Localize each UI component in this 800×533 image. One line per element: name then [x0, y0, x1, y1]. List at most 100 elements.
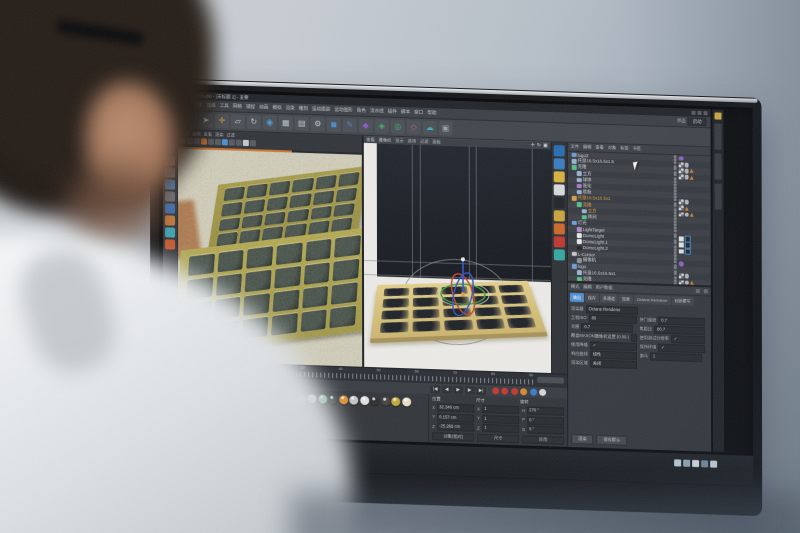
menu-item[interactable]: 帮助 — [427, 110, 436, 116]
material-swatch[interactable] — [192, 390, 201, 399]
setting-value[interactable]: 80 — [589, 314, 637, 324]
size-y-field[interactable]: 1 — [482, 414, 519, 423]
menu-item[interactable]: 运动跟踪 — [312, 106, 330, 113]
rotate-icon[interactable]: ↻ — [247, 115, 261, 129]
enable-axis-icon[interactable] — [165, 215, 175, 225]
goto-start-button[interactable]: |◀ — [430, 385, 440, 393]
record-rotation-button[interactable] — [511, 388, 518, 395]
timeline-range-slider[interactable] — [537, 377, 564, 384]
object-manager-menu-item[interactable]: 对象 — [608, 145, 616, 151]
menu-item[interactable]: 插件 — [388, 109, 397, 115]
edit-menu[interactable]: 编辑 — [583, 284, 591, 290]
instance-object-icon[interactable] — [554, 223, 565, 234]
setting-value[interactable]: ✓ — [590, 341, 637, 351]
layout-dropdown[interactable]: 启动 — [688, 118, 707, 127]
material-swatch[interactable] — [213, 391, 222, 400]
material-swatch[interactable] — [349, 396, 358, 405]
material-swatch[interactable] — [255, 392, 264, 401]
prev-frame-button[interactable]: ◀ — [442, 385, 452, 393]
field-icon[interactable]: ◎ — [391, 120, 405, 134]
menu-item[interactable]: 文件 — [167, 101, 176, 107]
window-buttons[interactable] — [692, 111, 708, 116]
object-tags[interactable] — [679, 183, 709, 184]
settings-tab[interactable]: 效果 — [619, 294, 633, 303]
next-frame-button[interactable]: ▶ — [465, 386, 475, 394]
settings-button[interactable]: 渲染 — [571, 434, 593, 445]
tray-icon[interactable] — [692, 460, 699, 467]
subdivision-icon[interactable]: ◆ — [359, 119, 373, 133]
spline-object-icon[interactable] — [554, 210, 565, 221]
rotation-h-field[interactable]: 276 ° — [527, 406, 564, 415]
maximize-view-icon[interactable]: ▣ — [543, 142, 548, 148]
tray-icon[interactable] — [683, 460, 690, 467]
object-tags[interactable] — [679, 220, 709, 221]
menu-item[interactable]: 运动图形 — [334, 107, 352, 114]
menu-item[interactable]: 选择 — [206, 103, 215, 109]
material-ball-icon[interactable] — [554, 249, 565, 260]
object-tags[interactable] — [679, 227, 709, 228]
material-swatch[interactable] — [402, 397, 411, 406]
tray-icon[interactable] — [674, 459, 681, 466]
redo-icon[interactable]: ↷ — [183, 113, 197, 127]
light-object-icon[interactable] — [554, 171, 565, 182]
setting-value[interactable]: 1 — [650, 352, 702, 362]
viewport-menu-item[interactable]: 过滤 — [420, 138, 428, 144]
menu-item[interactable]: 工具 — [220, 103, 229, 109]
material-swatch[interactable] — [307, 394, 316, 403]
material-swatch[interactable] — [265, 393, 274, 402]
workplane-mode-icon[interactable] — [165, 167, 175, 177]
object-manager-menu-item[interactable]: 编辑 — [583, 144, 591, 150]
texture-mode-icon[interactable] — [165, 155, 175, 165]
render-settings-icon[interactable]: ⚙ — [311, 117, 325, 131]
material-menu-item[interactable]: 创建 — [183, 378, 192, 384]
cube-primitive-icon[interactable]: ◼ — [327, 118, 341, 132]
material-swatch[interactable] — [370, 396, 379, 405]
autokey-button[interactable] — [539, 389, 546, 396]
setting-value[interactable]: 0.7 — [658, 317, 705, 327]
settings-tab[interactable]: 材质覆写 — [672, 296, 694, 306]
deformer-icon[interactable]: ◇ — [407, 120, 421, 134]
settings-tab[interactable]: 输出 — [570, 293, 584, 302]
tray-icon[interactable] — [710, 461, 717, 468]
object-tags[interactable] — [679, 270, 709, 271]
object-tags[interactable] — [679, 156, 709, 161]
size-z-field[interactable]: 1 — [482, 424, 519, 433]
object-tags[interactable] — [679, 189, 709, 190]
object-tags[interactable] — [679, 175, 709, 180]
object-tags[interactable] — [679, 169, 709, 174]
spline-pen-icon[interactable]: ✎ — [343, 118, 357, 132]
position-x-field[interactable]: 32.346 cm — [437, 403, 474, 412]
record-pla-button[interactable] — [530, 389, 537, 396]
material-swatch[interactable] — [276, 393, 285, 402]
material-swatch[interactable] — [234, 392, 243, 401]
menu-item[interactable]: 网格 — [233, 103, 242, 109]
physical-sky-icon[interactable] — [554, 158, 565, 169]
rotate-view-icon[interactable]: ↻ — [537, 142, 541, 148]
object-tags[interactable] — [679, 261, 709, 266]
stage-object-icon[interactable] — [554, 197, 565, 208]
menu-item[interactable]: 创建 — [193, 102, 202, 108]
object-manager-menu-item[interactable]: 书签 — [633, 146, 641, 152]
render-image[interactable]: 256/500 spp 00:02:14 Octane RT · GPU 渲染中 — [178, 149, 362, 367]
material-swatch[interactable] — [223, 391, 232, 400]
setting-value[interactable]: 80.7 — [654, 326, 705, 336]
setting-value[interactable] — [630, 334, 636, 342]
record-position-button[interactable] — [501, 388, 508, 395]
record-icon[interactable] — [554, 236, 565, 247]
menu-item[interactable]: 窗口 — [414, 110, 423, 116]
environment-icon[interactable]: ☁ — [423, 121, 437, 135]
menu-item[interactable]: 脚本 — [401, 109, 410, 115]
settings-button[interactable]: 保存默认 — [597, 435, 628, 446]
coordinates-button[interactable]: 尺寸 — [477, 434, 519, 443]
edges-mode-icon[interactable] — [165, 191, 175, 201]
object-tags[interactable] — [679, 248, 709, 255]
settings-tab[interactable]: Octane Renderer — [634, 295, 671, 305]
menu-item[interactable]: 编辑 — [180, 102, 189, 108]
sky-object-icon[interactable] — [554, 145, 565, 156]
setting-value[interactable]: ✓ — [658, 344, 705, 354]
menu-item[interactable]: 模拟 — [272, 105, 281, 111]
floor-object-icon[interactable] — [554, 184, 565, 195]
coordinates-button[interactable]: 对象(相对) — [432, 432, 474, 441]
object-manager-menu-item[interactable]: 文件 — [571, 144, 579, 150]
snap-icon[interactable] — [165, 239, 175, 249]
